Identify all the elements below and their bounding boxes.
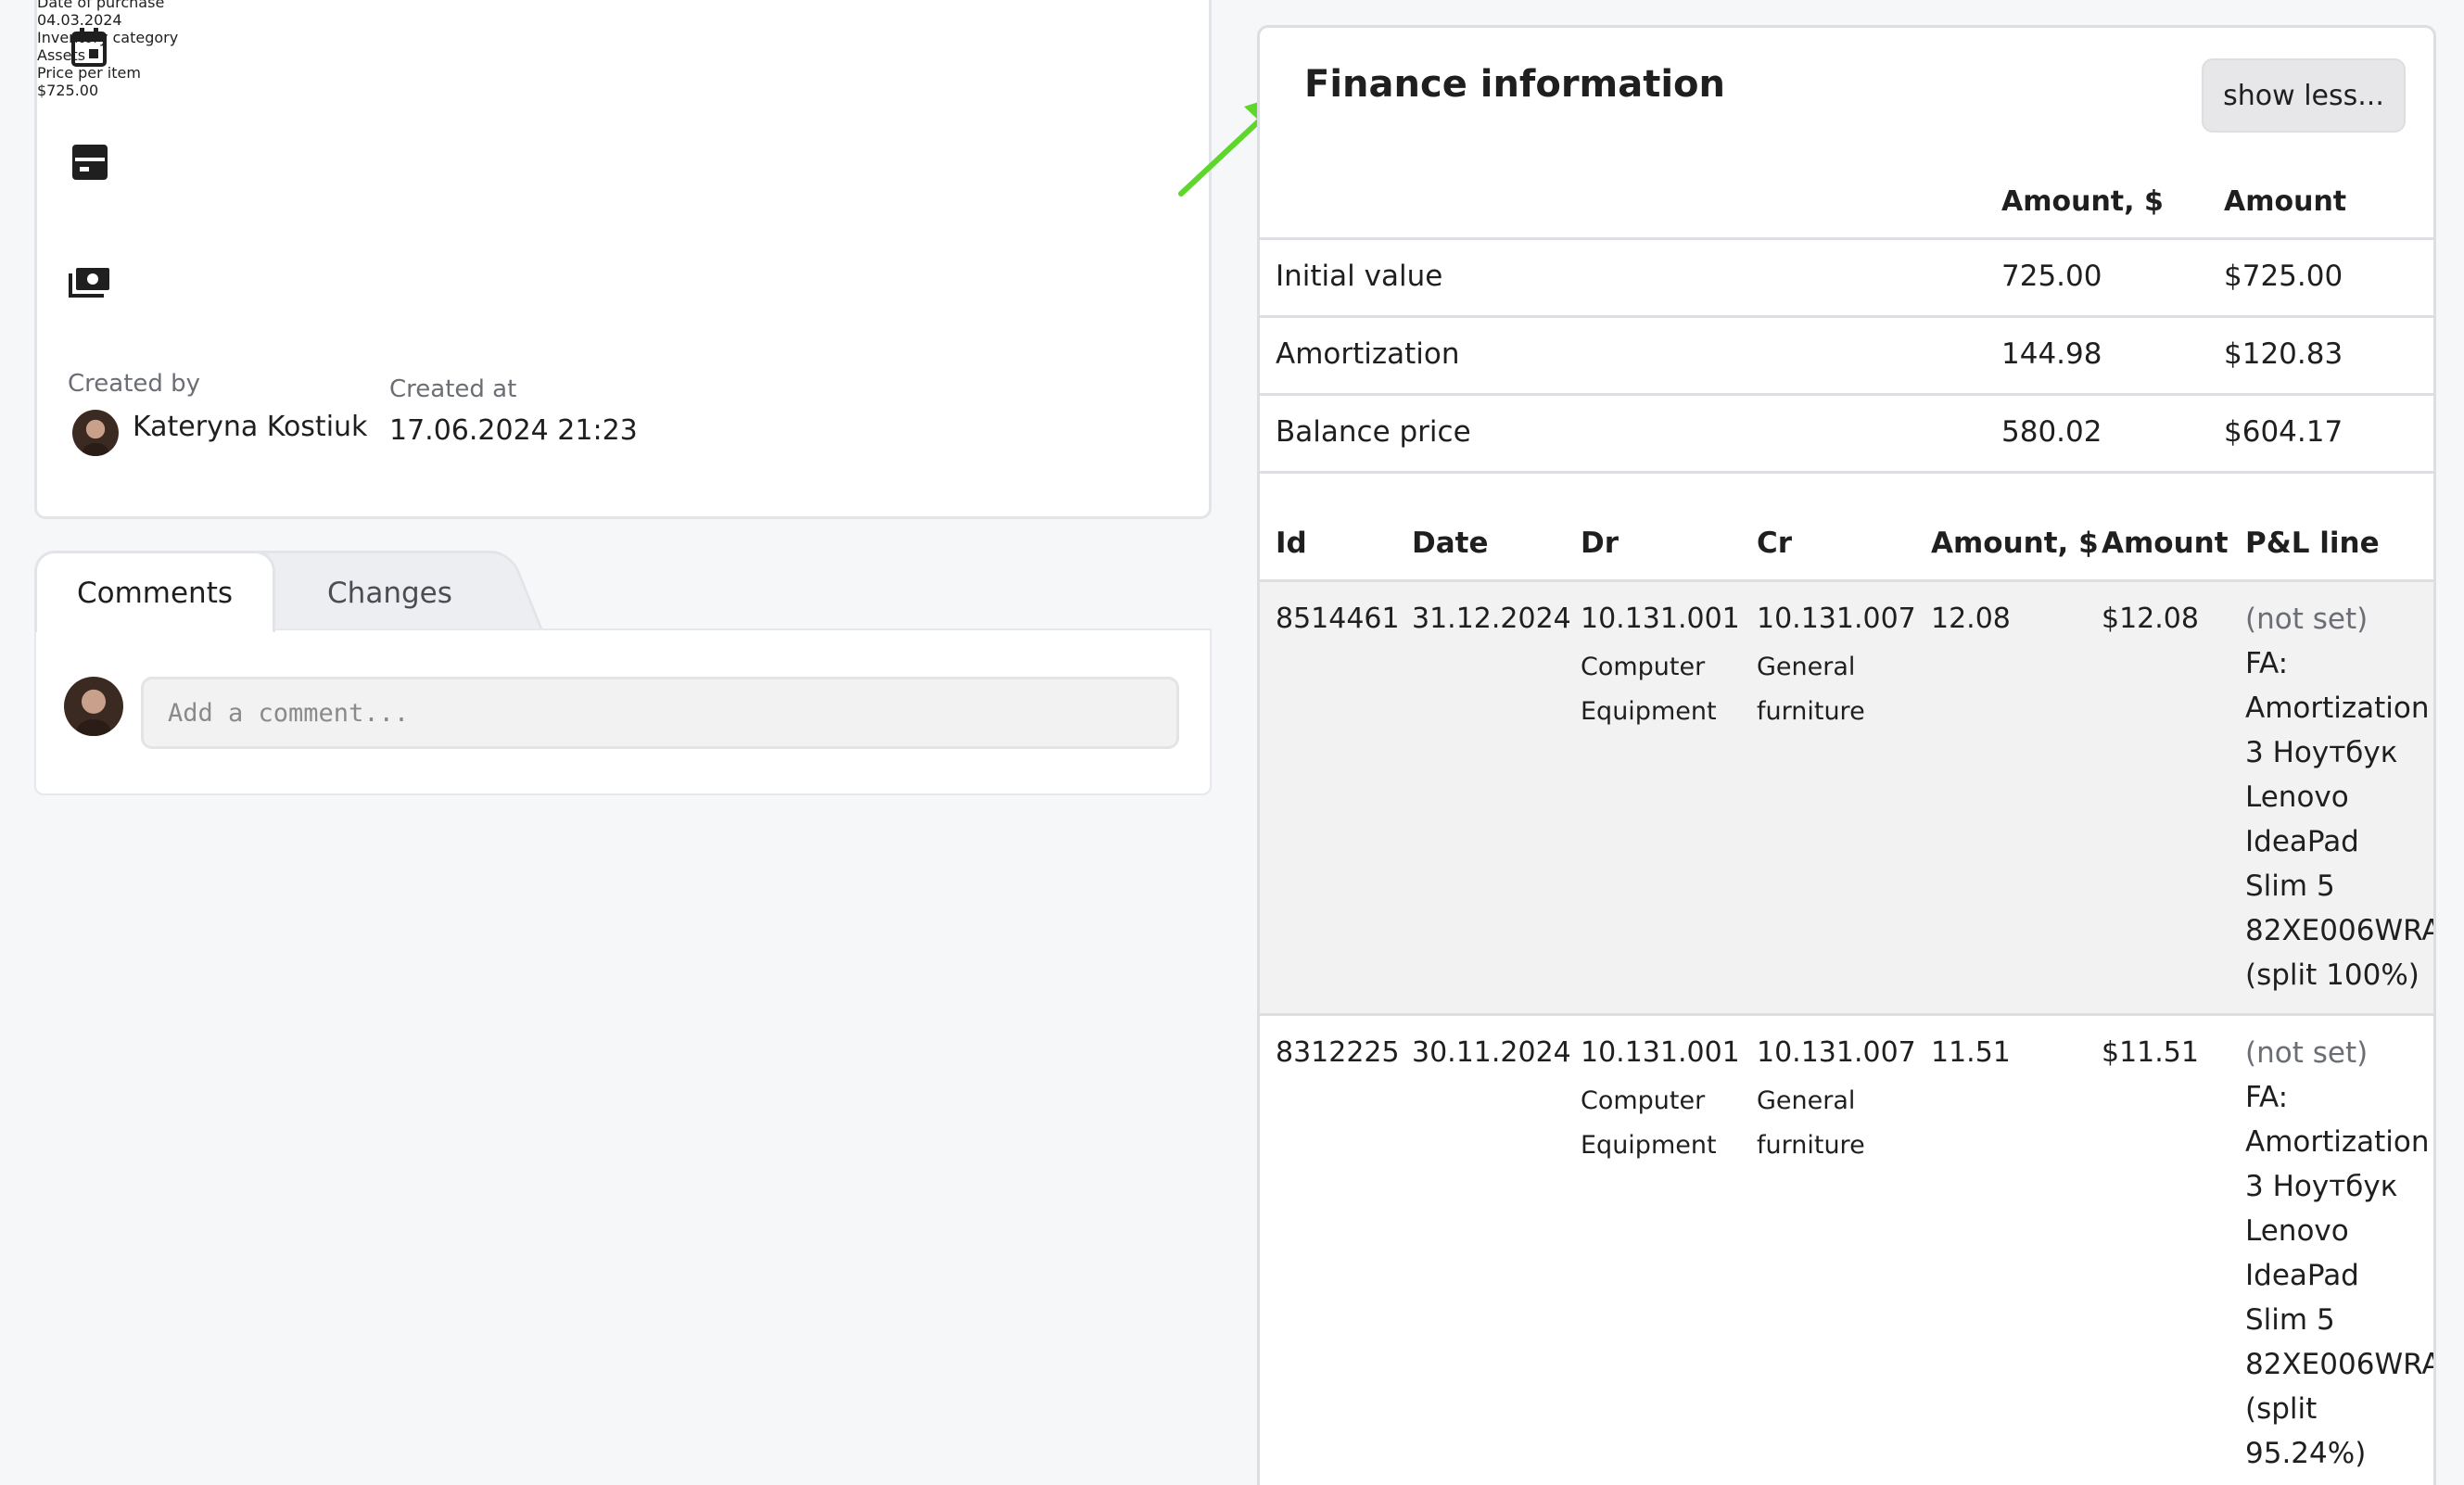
tx-header-date: Date bbox=[1412, 527, 1489, 560]
summary-row-label: Balance price bbox=[1276, 415, 1471, 449]
summary-row-amount-usd: 144.98 bbox=[2001, 337, 2102, 371]
comment-tabs: Changes Comments bbox=[34, 551, 553, 632]
tx-header-dr: Dr bbox=[1581, 527, 1619, 560]
summary-row-amount-usd: 725.00 bbox=[2001, 260, 2102, 293]
tx-dr-code: 10.131.001 bbox=[1581, 1036, 1740, 1069]
comment-panel: Add a comment... bbox=[34, 628, 1212, 795]
tx-dr-name: Equipment bbox=[1581, 697, 1717, 726]
tx-pl-status: (not set) bbox=[2245, 1036, 2369, 1070]
comment-placeholder: Add a comment... bbox=[168, 698, 410, 728]
tx-header-pl-line: P&L line bbox=[2245, 527, 2380, 560]
tx-id: 8514461 bbox=[1276, 603, 1400, 635]
tx-cr-code: 10.131.007 bbox=[1757, 1036, 1916, 1069]
summary-header-amount-usd: Amount, $ bbox=[2001, 185, 2164, 218]
created-by-value[interactable]: Kateryna Kostiuk bbox=[133, 411, 367, 443]
tx-pl-line: Amortization bbox=[2245, 692, 2430, 725]
tx-header-cr: Cr bbox=[1757, 527, 1793, 560]
created-at-value: 17.06.2024 21:23 bbox=[389, 414, 638, 447]
show-less-button[interactable]: show less... bbox=[2202, 58, 2406, 133]
inventory-category-value: Assets bbox=[37, 46, 86, 64]
item-details-card: Date of purchase 04.03.2024 Inventory ca… bbox=[34, 0, 1212, 519]
field-price-per-item: Price per item $725.00 bbox=[37, 64, 1209, 298]
field-inventory-category: Inventory category Assets bbox=[37, 29, 1209, 180]
tx-cr-name: General bbox=[1757, 653, 1856, 681]
tx-dr-name: Equipment bbox=[1581, 1131, 1717, 1160]
tx-pl-line: Amortization bbox=[2245, 1125, 2430, 1159]
tx-pl-line: 82XE006WRA bbox=[2245, 1348, 2436, 1381]
tx-pl-line: 82XE006WRA bbox=[2245, 914, 2436, 947]
tx-pl-status: (not set) bbox=[2245, 603, 2369, 636]
tab-changes-label: Changes bbox=[326, 576, 452, 610]
page: Date of purchase 04.03.2024 Inventory ca… bbox=[0, 0, 2464, 1485]
created-by-label: Created by bbox=[68, 370, 201, 398]
finance-information-card: Finance information show less... Amount,… bbox=[1257, 25, 2436, 1485]
tx-dr-name: Computer bbox=[1581, 653, 1706, 681]
tx-header-amount-usd: Amount, $ bbox=[1931, 527, 2099, 560]
summary-header-amount: Amount bbox=[2224, 185, 2347, 218]
tab-comments-label: Comments bbox=[76, 576, 234, 610]
comment-input[interactable]: Add a comment... bbox=[141, 677, 1179, 749]
date-of-purchase-label: Date of purchase bbox=[37, 0, 165, 11]
table-row[interactable]: 8514461 31.12.2024 10.131.001 Computer E… bbox=[1260, 582, 2433, 1013]
current-user-avatar bbox=[64, 677, 123, 736]
summary-row-label: Amortization bbox=[1276, 337, 1460, 371]
tx-dr-code: 10.131.001 bbox=[1581, 603, 1740, 635]
tx-cr-code: 10.131.007 bbox=[1757, 603, 1916, 635]
tx-cr-name: General bbox=[1757, 1086, 1856, 1115]
summary-row-amount-usd: 580.02 bbox=[2001, 415, 2102, 449]
tab-changes[interactable]: Changes bbox=[233, 551, 545, 632]
inventory-category-label: Inventory category bbox=[37, 29, 179, 46]
field-date-of-purchase: Date of purchase 04.03.2024 bbox=[37, 0, 1209, 67]
tx-pl-line: (split 100%) bbox=[2245, 958, 2420, 992]
summary-row-amount: $604.17 bbox=[2224, 415, 2343, 449]
tx-amount-usd: 12.08 bbox=[1931, 603, 2011, 635]
tx-pl-line: Slim 5 bbox=[2245, 869, 2335, 903]
tx-amount: $11.51 bbox=[2102, 1036, 2199, 1069]
date-of-purchase-value: 04.03.2024 bbox=[37, 11, 122, 29]
tab-comments[interactable]: Comments bbox=[34, 551, 275, 632]
money-icon bbox=[69, 268, 109, 298]
creator-avatar bbox=[72, 410, 119, 456]
tx-pl-line: IdeaPad bbox=[2245, 1259, 2359, 1292]
summary-row-label: Initial value bbox=[1276, 260, 1443, 293]
calendar-icon bbox=[71, 28, 107, 67]
tx-pl-line: IdeaPad bbox=[2245, 825, 2359, 858]
tx-cr-name: furniture bbox=[1757, 697, 1865, 726]
tx-cr-name: furniture bbox=[1757, 1131, 1865, 1160]
tx-date: 30.11.2024 bbox=[1412, 1036, 1571, 1069]
tx-amount-usd: 11.51 bbox=[1931, 1036, 2011, 1069]
tx-amount: $12.08 bbox=[2102, 603, 2199, 635]
table-row[interactable]: 8312225 30.11.2024 10.131.001 Computer E… bbox=[1260, 1016, 2433, 1485]
tx-pl-line: Lenovo bbox=[2245, 781, 2349, 814]
summary-row-amount: $120.83 bbox=[2224, 337, 2343, 371]
tx-dr-name: Computer bbox=[1581, 1086, 1706, 1115]
tx-pl-line: 3 Ноутбук bbox=[2245, 736, 2398, 769]
tx-pl-line: 3 Ноутбук bbox=[2245, 1170, 2398, 1203]
tx-pl-line: 95.24%) bbox=[2245, 1437, 2367, 1470]
inventory-icon bbox=[72, 145, 108, 180]
tx-pl-line: Slim 5 bbox=[2245, 1303, 2335, 1337]
summary-row-amount: $725.00 bbox=[2224, 260, 2343, 293]
tx-pl-line: (split bbox=[2245, 1392, 2318, 1426]
tx-id: 8312225 bbox=[1276, 1036, 1400, 1069]
finance-title: Finance information bbox=[1304, 63, 1726, 106]
tx-pl-line: FA: bbox=[2245, 1081, 2289, 1114]
tx-date: 31.12.2024 bbox=[1412, 603, 1571, 635]
price-per-item-label: Price per item bbox=[37, 64, 141, 82]
tx-header-amount: Amount bbox=[2102, 527, 2229, 560]
created-at-label: Created at bbox=[389, 375, 517, 403]
price-per-item-value: $725.00 bbox=[37, 82, 99, 99]
tx-pl-line: Lenovo bbox=[2245, 1214, 2349, 1248]
tx-pl-line: FA: bbox=[2245, 647, 2289, 680]
tx-header-id: Id bbox=[1276, 527, 1307, 560]
